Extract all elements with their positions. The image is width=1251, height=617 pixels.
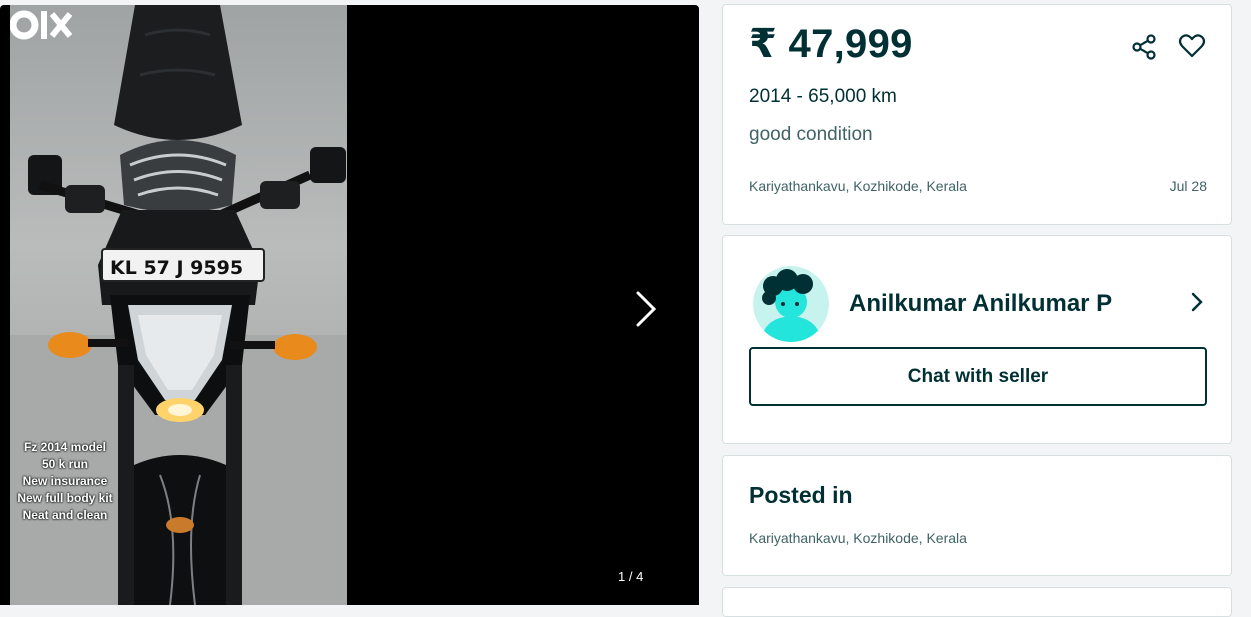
- user-avatar-icon: [753, 266, 829, 342]
- heart-icon: [1178, 34, 1206, 58]
- posted-in-card: Posted in Kariyathankavu, Kozhikode, Ker…: [722, 455, 1232, 576]
- caption-line: 50 k run: [41, 457, 89, 471]
- image-counter: 1 / 4: [618, 569, 644, 584]
- listing-location: Kariyathankavu, Kozhikode, Kerala: [749, 178, 967, 194]
- image-gallery[interactable]: KL 57 J 9595 Fz 2014 model 50 k run New …: [0, 5, 699, 605]
- favourite-button[interactable]: [1175, 29, 1209, 63]
- listing-price: ₹ 47,999: [749, 22, 913, 66]
- seller-chevron: [1185, 288, 1209, 316]
- olx-watermark-logo: [10, 10, 73, 40]
- share-button[interactable]: [1127, 30, 1161, 64]
- next-image-button[interactable]: [624, 285, 668, 333]
- seller-name: Anilkumar Anilkumar P: [849, 290, 1113, 317]
- share-icon: [1132, 34, 1156, 60]
- listing-condition: good condition: [749, 124, 873, 145]
- chevron-right-icon: [636, 291, 657, 327]
- chevron-right-icon: [1191, 292, 1203, 312]
- caption-line: New insurance: [22, 474, 108, 488]
- next-card: [722, 587, 1232, 617]
- caption-line: New full body kit: [17, 491, 113, 505]
- seller-card: Anilkumar Anilkumar P Chat with seller: [722, 235, 1232, 444]
- caption-line: Fz 2014 model: [23, 440, 107, 454]
- posted-in-location: Kariyathankavu, Kozhikode, Kerala: [749, 530, 967, 546]
- seller-profile-link[interactable]: Anilkumar Anilkumar P: [749, 264, 1209, 344]
- year-and-kilometers: 2014 - 65,000 km: [749, 86, 897, 107]
- caption-line: Neat and clean: [22, 508, 108, 522]
- posted-in-heading: Posted in: [749, 482, 853, 508]
- price-card: ₹ 47,999 2014 - 65,000 km good condition…: [722, 4, 1232, 225]
- avatar: [753, 266, 829, 342]
- chat-with-seller-button[interactable]: Chat with seller: [749, 347, 1207, 406]
- listing-photo[interactable]: KL 57 J 9595 Fz 2014 model 50 k run New …: [10, 5, 347, 605]
- posted-date: Jul 28: [1169, 178, 1207, 194]
- photo-caption: Fz 2014 model 50 k run New insurance New…: [10, 439, 120, 524]
- svg-text:KL 57 J 9595: KL 57 J 9595: [110, 257, 243, 279]
